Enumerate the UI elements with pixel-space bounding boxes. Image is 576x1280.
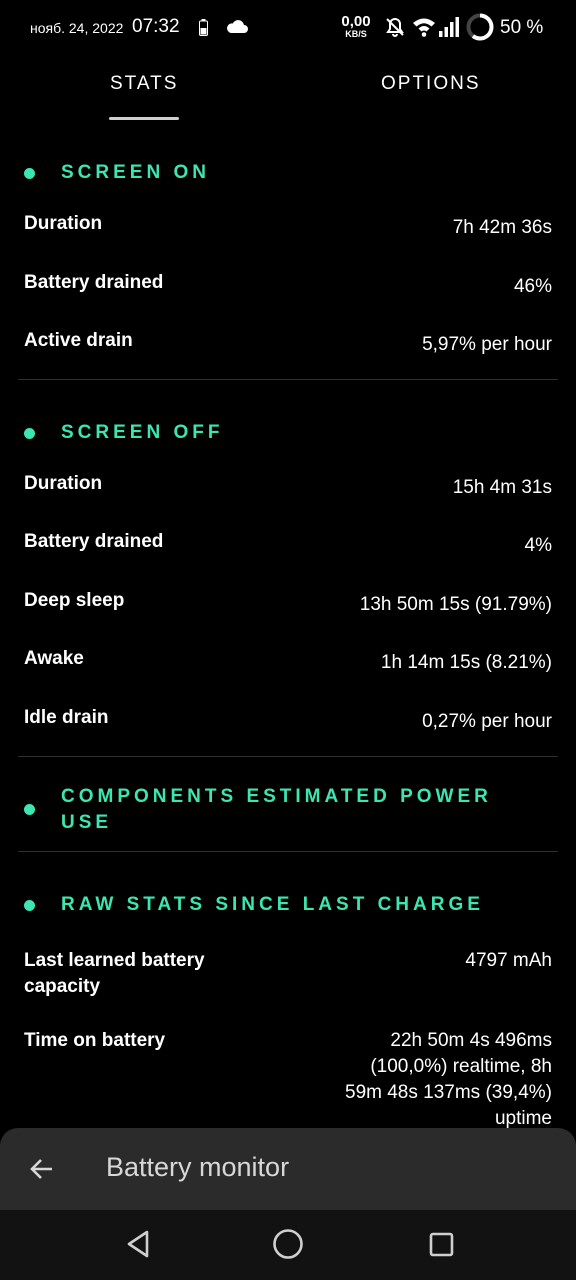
network-speed-value: 0,00 <box>341 13 371 30</box>
divider <box>18 379 558 380</box>
section-raw-stats: RAW STATS SINCE LAST CHARGE <box>0 890 576 920</box>
bottom-sheet: Battery monitor <box>0 1128 576 1210</box>
nav-recents-icon[interactable] <box>428 1227 456 1261</box>
section-screen-on: SCREEN ON <box>0 158 576 188</box>
screen-on-drained-value: 46% <box>513 276 552 297</box>
signal-icon <box>439 17 459 37</box>
network-speed: 0,00 KB/S <box>336 14 376 39</box>
sheet-title: Battery monitor <box>106 1152 290 1182</box>
section-title-components-line1: COMPONENTS ESTIMATED POWER <box>61 786 492 807</box>
section-title-screen-on: SCREEN ON <box>61 162 210 183</box>
capacity-value: 4797 mAh <box>465 950 552 971</box>
divider <box>18 851 558 852</box>
section-title-raw-stats: RAW STATS SINCE LAST CHARGE <box>61 894 484 915</box>
idle-drain-value: 0,27% per hour <box>422 711 552 732</box>
section-components[interactable]: COMPONENTS ESTIMATED POWER USE <box>0 782 576 838</box>
screen-on-duration-value: 7h 42m 36s <box>452 217 552 238</box>
time-on-battery-value-line2: (100,0%) realtime, 8h <box>370 1056 552 1077</box>
section-title-components-line2: USE <box>61 812 113 833</box>
cloud-icon <box>227 20 248 33</box>
active-drain-value: 5,97% per hour <box>422 334 552 355</box>
battery-ring-icon <box>466 13 494 41</box>
capacity-label-line2: capacity <box>24 976 101 997</box>
bullet-dot <box>24 804 35 815</box>
tab-indicator <box>109 117 179 120</box>
screen-off-drained-label: Battery drained <box>24 531 164 552</box>
tab-stats[interactable]: STATS <box>110 73 178 95</box>
deep-sleep-label: Deep sleep <box>24 590 125 611</box>
awake-label: Awake <box>24 648 84 669</box>
active-drain-label: Active drain <box>24 330 133 351</box>
time-on-battery-label: Time on battery <box>24 1030 166 1051</box>
time-on-battery-value-line1: 22h 50m 4s 496ms <box>390 1030 552 1051</box>
screen-on-duration-label: Duration <box>24 213 103 234</box>
network-speed-unit: KB/S <box>345 29 367 39</box>
tab-options[interactable]: OPTIONS <box>381 73 481 95</box>
idle-drain-label: Idle drain <box>24 707 109 728</box>
battery-small-icon <box>199 19 208 36</box>
section-title-screen-off: SCREEN OFF <box>61 422 224 443</box>
capacity-label-line1: Last learned battery <box>24 950 205 971</box>
screen-off-drained-value: 4% <box>524 535 552 556</box>
screen-off-duration-label: Duration <box>24 473 103 494</box>
bullet-dot <box>24 168 35 179</box>
section-screen-off: SCREEN OFF <box>0 418 576 448</box>
awake-value: 1h 14m 15s (8.21%) <box>380 652 552 673</box>
nav-back-icon[interactable] <box>124 1227 152 1261</box>
tab-bar: STATS OPTIONS <box>0 56 576 122</box>
status-time: 07:32 <box>132 16 180 37</box>
status-date: нояб. 24, 2022 <box>30 20 124 36</box>
wifi-icon <box>413 18 435 37</box>
deep-sleep-value: 13h 50m 15s (91.79%) <box>359 594 552 615</box>
divider <box>18 756 558 757</box>
mute-icon <box>386 17 404 37</box>
screen-on-drained-label: Battery drained <box>24 272 164 293</box>
battery-percent: 50 % <box>500 17 544 38</box>
status-bar: нояб. 24, 2022 07:32 0,00 KB/S 50 % <box>0 0 576 56</box>
time-on-battery-value-line3: 59m 48s 137ms (39,4%) <box>345 1082 552 1103</box>
arrow-left-icon[interactable] <box>28 1155 56 1183</box>
bullet-dot <box>24 900 35 911</box>
navigation-bar <box>0 1210 576 1280</box>
nav-home-icon[interactable] <box>271 1227 305 1261</box>
screen-off-duration-value: 15h 4m 31s <box>452 477 552 498</box>
bullet-dot <box>24 428 35 439</box>
